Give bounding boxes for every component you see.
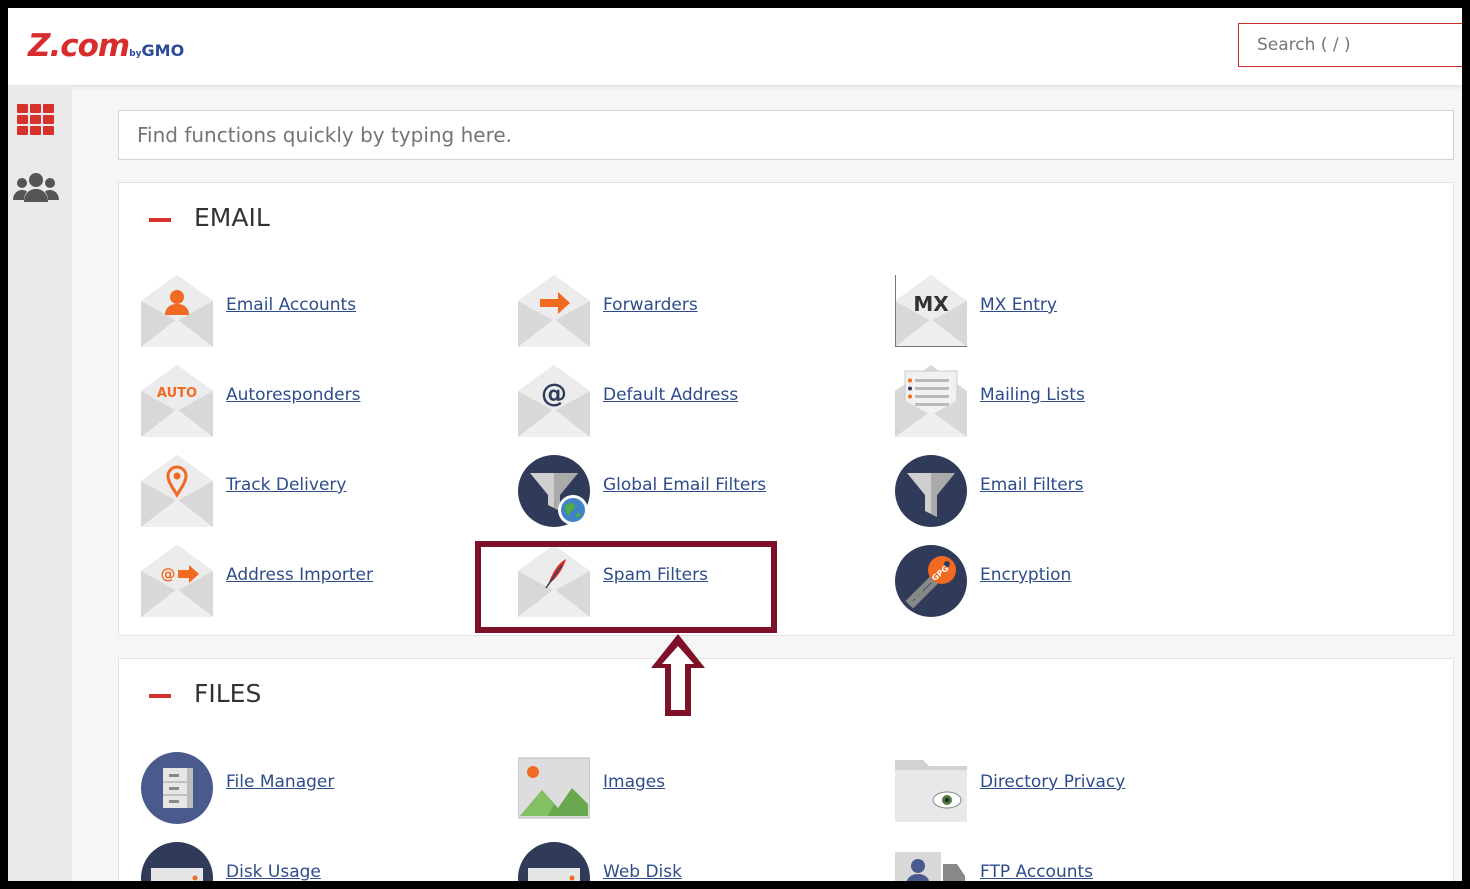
- spam-filters-item[interactable]: Spam Filters: [518, 545, 878, 617]
- directory-privacy-link[interactable]: Directory Privacy: [980, 772, 1125, 792]
- global-email-filters-link[interactable]: Global Email Filters: [603, 475, 766, 495]
- images-item[interactable]: Images: [518, 752, 878, 824]
- top-bar: Z.combyGMO: [8, 8, 1462, 86]
- email-panel: EMAIL Email Accounts Forwarders MX MX En…: [118, 182, 1454, 636]
- web-disk-item[interactable]: Web Disk: [518, 842, 878, 881]
- files-section-title: FILES: [194, 679, 262, 708]
- mailing-lists-item[interactable]: Mailing Lists: [895, 365, 1255, 437]
- app-frame: Z.combyGMO Search (/) Find functions q…: [8, 8, 1462, 881]
- disk-usage-item[interactable]: Disk Usage: [141, 842, 501, 881]
- file-manager-item[interactable]: File Manager: [141, 752, 501, 824]
- email-accounts-link[interactable]: Email Accounts: [226, 295, 356, 315]
- directory-privacy-item[interactable]: Directory Privacy: [895, 752, 1255, 824]
- email-accounts-item[interactable]: Email Accounts: [141, 275, 501, 347]
- images-link[interactable]: Images: [603, 772, 665, 792]
- email-filters-link[interactable]: Email Filters: [980, 475, 1084, 495]
- mx-entry-item[interactable]: MX MX Entry: [895, 275, 1255, 347]
- default-address-item[interactable]: @ Default Address: [518, 365, 878, 437]
- collapse-files-icon[interactable]: [149, 694, 171, 698]
- disk-usage-link[interactable]: Disk Usage: [226, 862, 321, 881]
- main-content: [118, 110, 1454, 160]
- collapse-email-icon[interactable]: [149, 218, 171, 222]
- up-arrow-icon: [651, 634, 705, 716]
- autoresponders-link[interactable]: Autoresponders: [226, 385, 360, 405]
- forwarders-link[interactable]: Forwarders: [603, 295, 698, 315]
- envelope-at-icon: @: [518, 365, 590, 437]
- default-address-link[interactable]: Default Address: [603, 385, 738, 405]
- funnel-globe-icon: [518, 455, 590, 527]
- quick-find-input[interactable]: [118, 110, 1454, 160]
- ftp-accounts-link[interactable]: FTP Accounts: [980, 862, 1093, 881]
- mx-entry-link[interactable]: MX Entry: [980, 295, 1057, 315]
- spam-filters-link[interactable]: Spam Filters: [603, 565, 708, 585]
- encryption-link[interactable]: Encryption: [980, 565, 1071, 585]
- file-manager-link[interactable]: File Manager: [226, 772, 334, 792]
- ftp-user-icon: [895, 852, 965, 881]
- envelope-person-icon: [141, 275, 213, 347]
- autoresponders-item[interactable]: AUTO Autoresponders: [141, 365, 501, 437]
- track-delivery-item[interactable]: Track Delivery: [141, 455, 501, 527]
- envelope-list-icon: [895, 365, 967, 437]
- files-panel: FILES File Manager Images Directory Priv…: [118, 658, 1454, 881]
- track-delivery-link[interactable]: Track Delivery: [226, 475, 346, 495]
- users-icon: [13, 173, 59, 202]
- envelope-mx-icon: MX: [895, 275, 967, 347]
- envelope-import-icon: @: [141, 545, 213, 617]
- folder-eye-icon: [895, 760, 967, 822]
- envelope-auto-icon: AUTO: [141, 365, 213, 437]
- envelope-feather-icon: [518, 545, 590, 617]
- svg-text:AUTO: AUTO: [157, 386, 197, 401]
- svg-text:@: @: [161, 565, 176, 583]
- envelope-pin-icon: [141, 455, 213, 527]
- users-button[interactable]: [8, 160, 64, 216]
- mailing-lists-link[interactable]: Mailing Lists: [980, 385, 1085, 405]
- address-importer-link[interactable]: Address Importer: [226, 565, 373, 585]
- search-input[interactable]: [1238, 23, 1462, 67]
- web-disk-link[interactable]: Web Disk: [603, 862, 682, 881]
- encryption-item[interactable]: GPG Encryption: [895, 545, 1255, 617]
- file-cabinet-icon: [141, 752, 213, 824]
- email-filters-item[interactable]: Email Filters: [895, 455, 1255, 527]
- tools-grid-button[interactable]: [8, 92, 64, 148]
- ftp-accounts-item[interactable]: FTP Accounts: [895, 842, 1255, 881]
- key-gpg-icon: GPG: [895, 545, 967, 617]
- funnel-icon: [895, 455, 967, 527]
- email-section-title: EMAIL: [194, 203, 270, 232]
- envelope-arrow-icon: [518, 275, 590, 347]
- address-importer-item[interactable]: @ Address Importer: [141, 545, 501, 617]
- svg-text:@: @: [541, 379, 567, 409]
- zcom-logo[interactable]: Z.combyGMO: [28, 28, 184, 64]
- disk-icon: [141, 842, 213, 881]
- web-disk-icon: [518, 842, 590, 881]
- image-icon: [518, 757, 590, 819]
- forwarders-item[interactable]: Forwarders: [518, 275, 878, 347]
- global-email-filters-item[interactable]: Global Email Filters: [518, 455, 878, 527]
- left-sidebar: [8, 86, 72, 881]
- grid-icon: [17, 104, 54, 135]
- svg-text:MX: MX: [913, 292, 949, 316]
